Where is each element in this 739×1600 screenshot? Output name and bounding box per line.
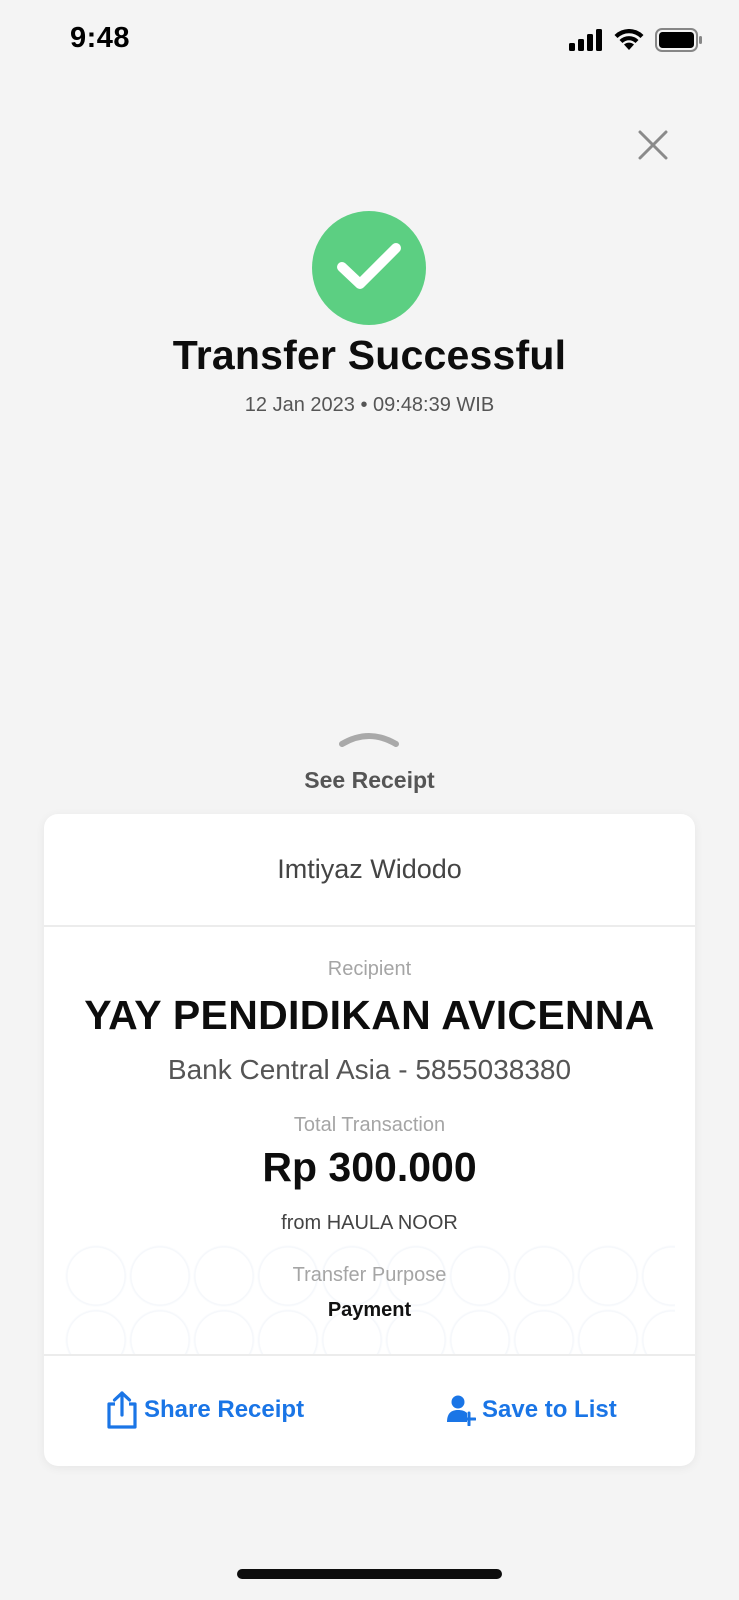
divider: [44, 925, 695, 927]
close-button[interactable]: [632, 126, 674, 168]
share-receipt-label: Share Receipt: [144, 1396, 305, 1423]
checkmark-icon: [336, 240, 402, 297]
see-receipt-label[interactable]: See Receipt: [0, 767, 739, 794]
status-bar: 9:48: [0, 0, 739, 80]
recipient-label: Recipient: [327, 958, 412, 980]
transfer-purpose-value: Payment: [327, 1299, 412, 1321]
transfer-datetime: 12 Jan 2023 • 09:48:39 WIB: [244, 394, 495, 416]
total-transaction-label: Total Transaction: [293, 1114, 446, 1136]
close-icon: [638, 130, 668, 165]
home-indicator[interactable]: [237, 1569, 502, 1579]
recipient-bank-account: Bank Central Asia - 5855038380: [167, 1054, 572, 1085]
sender-name: Imtiyaz Widodo: [277, 854, 462, 884]
page-title: Transfer Successful: [172, 332, 567, 378]
cellular-signal-icon: [569, 29, 603, 51]
receipt-card: Imtiyaz Widodo Recipient YAY PENDIDIKAN …: [44, 814, 695, 1466]
total-amount: Rp 300.000: [262, 1144, 477, 1190]
save-to-list-label: Save to List: [482, 1396, 617, 1423]
status-time: 9:48: [70, 22, 131, 54]
save-to-list-button[interactable]: Save to List: [446, 1388, 617, 1432]
battery-icon: [655, 28, 703, 52]
success-badge: [312, 211, 426, 325]
recipient-name: YAY PENDIDIKAN AVICENNA: [84, 992, 655, 1038]
wifi-icon: [613, 29, 645, 51]
chevron-up-icon: [338, 733, 400, 754]
transfer-purpose-label: Transfer Purpose: [292, 1264, 447, 1286]
status-icons: [569, 28, 703, 52]
source-account: from HAULA NOOR: [281, 1212, 458, 1234]
divider: [44, 1354, 695, 1356]
share-icon: [106, 1390, 138, 1430]
see-receipt-toggle[interactable]: [338, 728, 400, 750]
share-receipt-button[interactable]: Share Receipt: [106, 1388, 304, 1432]
add-contact-icon: [446, 1394, 476, 1426]
